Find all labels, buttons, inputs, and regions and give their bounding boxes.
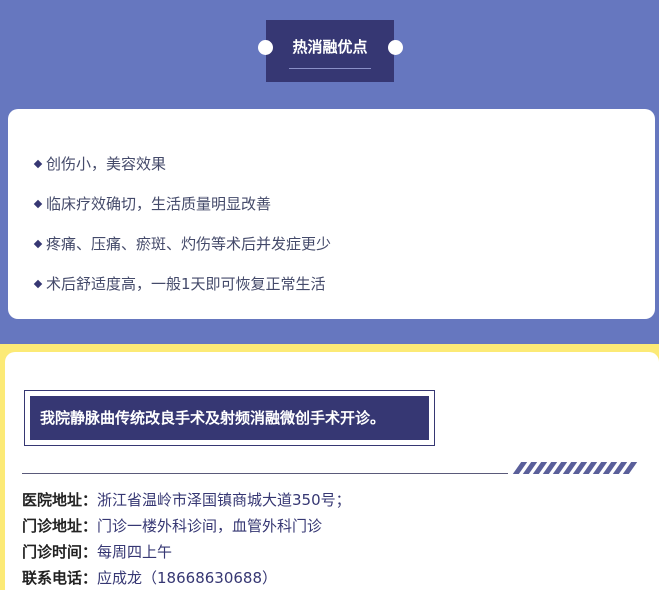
benefit-item: 术后舒适度高，一般1天即可恢复正常生活 xyxy=(32,273,331,313)
info-row-phone: 联系电话：应成龙（18668630688） xyxy=(22,566,351,592)
benefit-item: 疼痛、压痛、瘀斑、灼伤等术后并发症更少 xyxy=(32,233,331,273)
info-label: 门诊地址： xyxy=(22,517,98,535)
benefit-text: 临床疗效确切，生活质量明显改善 xyxy=(46,195,272,213)
diamond-bullet-icon xyxy=(33,199,43,208)
divider-line xyxy=(22,473,508,474)
info-row-clinic-location: 门诊地址：门诊一楼外科诊间，血管外科门诊 xyxy=(22,514,351,540)
info-row-clinic-time: 门诊时间：每周四上午 xyxy=(22,540,351,566)
info-label: 门诊时间： xyxy=(22,543,98,561)
stripes-decoration xyxy=(512,462,638,474)
benefit-list: 创伤小，美容效果 临床疗效确切，生活质量明显改善 疼痛、压痛、瘀斑、灼伤等术后并… xyxy=(32,153,331,313)
benefit-text: 疼痛、压痛、瘀斑、灼伤等术后并发症更少 xyxy=(46,235,332,253)
benefit-text: 创伤小，美容效果 xyxy=(46,155,167,173)
info-value[interactable]: 应成龙（18668630688） xyxy=(97,569,277,587)
info-label: 联系电话： xyxy=(22,569,98,587)
info-label: 医院地址： xyxy=(22,491,98,509)
info-value: 浙江省温岭市泽国镇商城大道350号； xyxy=(97,491,351,509)
diamond-bullet-icon xyxy=(33,239,43,248)
announcement-banner: 我院静脉曲传统改良手术及射频消融微创手术开诊。 xyxy=(30,396,429,440)
title-underline xyxy=(289,68,371,69)
diamond-bullet-icon xyxy=(33,279,43,288)
info-row-address: 医院地址：浙江省温岭市泽国镇商城大道350号； xyxy=(22,488,351,514)
contact-info: 医院地址：浙江省温岭市泽国镇商城大道350号； 门诊地址：门诊一楼外科诊间，血管… xyxy=(22,488,351,592)
info-value: 每周四上午 xyxy=(97,543,173,561)
benefit-text: 术后舒适度高，一般1天即可恢复正常生活 xyxy=(46,275,326,293)
info-value: 门诊一楼外科诊间，血管外科门诊 xyxy=(97,517,323,535)
section-title: 热消融优点 xyxy=(292,38,368,56)
benefit-item: 临床疗效确切，生活质量明显改善 xyxy=(32,193,331,233)
benefit-item: 创伤小，美容效果 xyxy=(32,153,331,193)
diamond-bullet-icon xyxy=(33,159,43,168)
